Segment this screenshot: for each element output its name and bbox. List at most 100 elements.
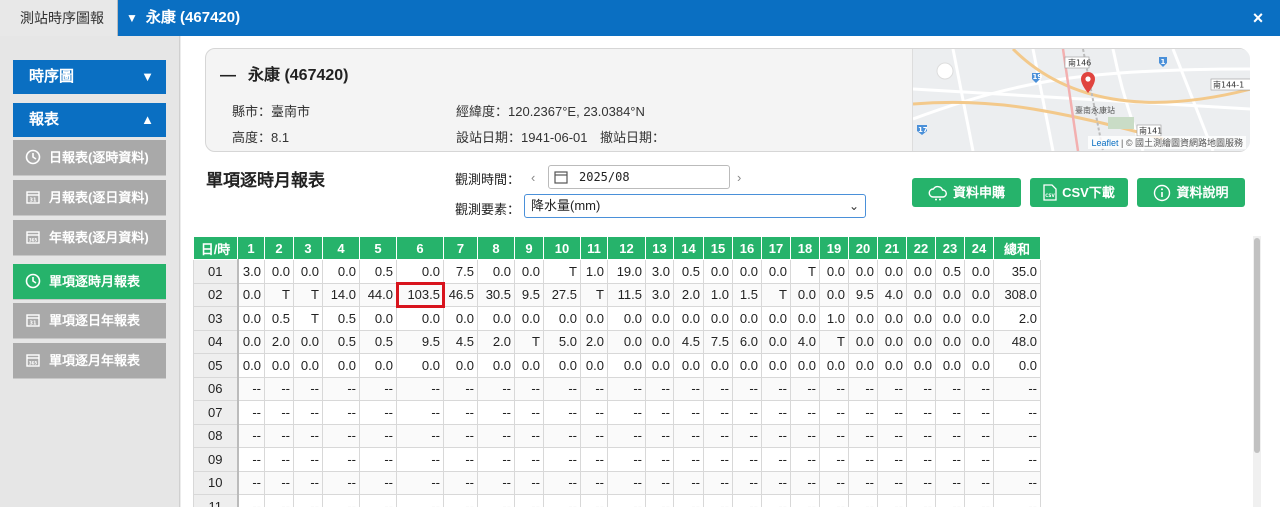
table-cell: -- [293,400,323,425]
sidebar-item-monthly-report[interactable]: 31 月報表(逐日資料) [13,180,166,216]
table-cell: 0.0 [935,306,965,331]
table-cell: 0.0 [964,259,994,284]
row-day-label: 05 [193,353,239,378]
table-cell: -- [673,400,704,425]
table-cell: -- [264,400,294,425]
highlighted-cell: 103.5 [395,282,445,308]
map-attribution-text: | © 國土測繪圖資網路地圖服務 [1121,138,1243,148]
table-cell: -- [477,400,515,425]
table-cell: -- [703,470,733,495]
tab-station-active[interactable]: ▼ 永康 (467420) [118,0,240,36]
table-cell: 0.0 [790,306,820,331]
observation-element-select[interactable]: 降水量(mm) ⌄ [524,194,866,218]
table-cell: 0.0 [443,353,478,378]
csv-download-button[interactable]: CSV CSV下載 [1030,178,1128,207]
table-cell: 0.0 [237,282,265,307]
table-cell: 0.0 [359,306,397,331]
close-button[interactable]: × [1246,6,1270,30]
table-cell: 0.0 [993,353,1041,378]
table-cell: -- [580,376,608,401]
table-cell: -- [761,494,791,507]
hourly-report-table: 日/時 1 2 3 4 5 6 7 8 9 10 11 12 13 14 15 16 17 18 19 20 21 22 23… [193,236,1041,507]
table-cell: 2.0 [993,306,1041,331]
data-purchase-button[interactable]: 資料申購 [912,178,1021,207]
table-cell: -- [848,494,878,507]
table-cell: 4.0 [790,329,820,354]
header-day-hour: 日/時 [193,236,238,260]
table-cell: -- [673,447,704,472]
table-cell: -- [935,447,965,472]
table-cell: 0.0 [906,353,936,378]
table-cell: -- [237,376,265,401]
table-cell: -- [580,400,608,425]
table-cell: -- [580,447,608,472]
table-cell: 0.0 [580,353,608,378]
table-cell: -- [396,494,444,507]
sidebar-section-reports[interactable]: 報表 ▲ [13,103,166,137]
report-title: 單項逐時月報表 [206,171,325,190]
tab-station-timeseries[interactable]: 測站時序圖報表 [0,0,118,62]
table-cell: -- [645,376,674,401]
table-cell: -- [790,400,820,425]
sidebar-item-label: 日報表(逐時資料) [49,150,149,165]
table-cell: -- [964,494,994,507]
table-cell: -- [761,400,791,425]
table-row: 11 -- -- -- -- -- -- -- -- -- -- -- -- -- -- -- -- -- -- --… [193,494,1041,507]
row-day-label: 09 [193,447,239,472]
table-cell: -- [293,470,323,495]
collapse-icon[interactable]: — [220,67,236,84]
table-cell: 0.0 [906,306,936,331]
data-purchase-label: 資料申購 [952,185,1005,200]
table-cell: 0.5 [359,259,397,284]
table-cell: 0.0 [264,353,294,378]
header-hour: 6 [396,236,444,260]
station-county: 縣市：臺南市 [232,104,311,119]
sidebar-item-yearly-report[interactable]: 365 年報表(逐月資料) [13,220,166,256]
data-info-button[interactable]: 資料說明 [1137,178,1245,207]
station-title-text: 永康 (467420) [248,67,349,84]
sidebar-item-daily-report[interactable]: 日報表(逐時資料) [13,140,166,176]
sidebar-item-label: 年報表(逐月資料) [49,230,149,245]
sidebar-section-timeseries[interactable]: 時序圖 ▼ [13,60,166,94]
table-cell: -- [477,376,515,401]
table-cell: 19.0 [607,259,646,284]
table-cell: -- [819,447,849,472]
table-cell: 0.0 [790,353,820,378]
header-hour: 13 [645,236,674,260]
scrollbar-thumb[interactable] [1254,238,1260,453]
table-cell: -- [580,423,608,448]
table-cell: T [819,329,849,354]
sidebar-item-single-daily-yearly[interactable]: 31 單項逐日年報表 [13,303,166,339]
table-cell: 1.0 [819,306,849,331]
header-hour: 2 [264,236,294,260]
table-cell: T [761,282,791,307]
table-cell: -- [293,494,323,507]
table-cell: 0.0 [477,353,515,378]
map-label-road-146: 南146 [1068,58,1091,68]
table-cell: 0.0 [964,353,994,378]
table-cell: -- [477,423,515,448]
table-cell: 0.5 [322,306,360,331]
map-shield-19: 19 [1033,73,1043,81]
station-title[interactable]: — 永康 (467420) [220,61,349,85]
station-map[interactable]: 南146 南144-1 臺南永康站 南141 19 1 17 Leaflet |… [912,49,1250,151]
hourly-report-table-container[interactable]: 日/時 1 2 3 4 5 6 7 8 9 10 11 12 13 14 15 16 17 18 19 20 21 22 23… [193,236,1059,507]
header-hour: 10 [543,236,581,260]
table-cell: -- [264,494,294,507]
table-cell: 308.0 [993,282,1041,307]
sidebar-item-single-hourly-monthly[interactable]: 單項逐時月報表 [13,264,166,300]
table-cell: -- [359,447,397,472]
next-month-button[interactable]: › [737,170,741,185]
table-cell: 2.0 [580,329,608,354]
table-cell: 0.0 [848,259,878,284]
table-cell: -- [877,376,907,401]
prev-month-button[interactable]: ‹ [531,170,535,185]
observation-time-input[interactable]: 2025/08 [548,165,730,189]
sidebar-item-single-monthly-yearly[interactable]: 365 單項逐月年報表 [13,343,166,379]
table-cell: -- [673,376,704,401]
table-cell: -- [396,470,444,495]
leaflet-link[interactable]: Leaflet [1091,138,1118,148]
table-cell: -- [993,494,1041,507]
header-hour: 12 [607,236,646,260]
table-cell: 0.0 [732,259,762,284]
